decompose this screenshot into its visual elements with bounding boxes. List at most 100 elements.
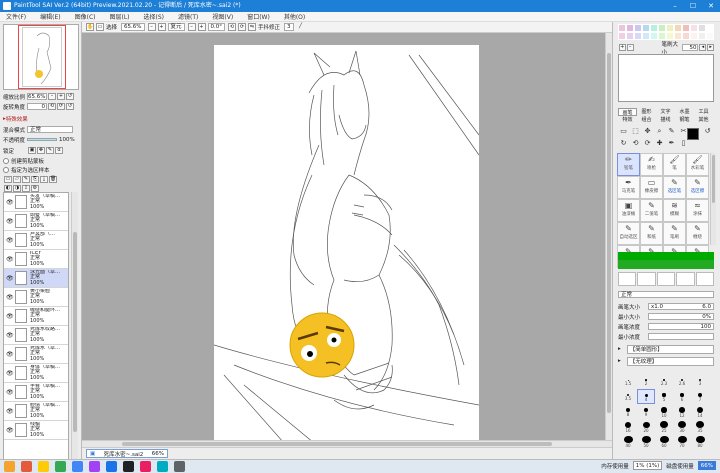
lock-alpha-icon[interactable]: α xyxy=(55,147,63,154)
opacity-slider[interactable] xyxy=(27,138,57,141)
brush-preset[interactable]: 🖌 水彩笔 xyxy=(686,153,709,176)
taskbar-app-9-icon[interactable] xyxy=(140,461,151,472)
visibility-eye-icon[interactable]: 👁 xyxy=(6,294,14,301)
line-tool-icon[interactable]: ╱ xyxy=(297,23,305,31)
merge-layer-icon[interactable]: ⤓ xyxy=(40,176,48,183)
size-preset[interactable]: 9 xyxy=(637,404,655,419)
layer-scrollbar[interactable] xyxy=(71,192,78,473)
brush-size-up[interactable]: ▸ xyxy=(707,44,715,51)
tool-icon[interactable]: ▭ xyxy=(618,126,629,137)
brush-preset[interactable]: ✎ 自动选区 xyxy=(617,222,640,245)
layer-row[interactable]: 👁 脸情（草稿… 正常 100% xyxy=(4,402,68,421)
lock-move-icon[interactable]: ✥ xyxy=(37,147,45,154)
texture-dropdown[interactable]: 【无纹理】 xyxy=(626,356,714,366)
size-preset[interactable]: 70 xyxy=(673,434,691,449)
visibility-eye-icon[interactable]: 👁 xyxy=(6,237,14,244)
color-strip-2[interactable] xyxy=(618,260,714,269)
param-minsize-field[interactable]: 0% xyxy=(648,313,714,320)
rotate-cw-icon[interactable]: ⟳ xyxy=(238,23,247,31)
brush-preset[interactable]: ✎ 二值笔 xyxy=(640,199,663,222)
color-strip[interactable] xyxy=(618,252,714,260)
shape-dropdown[interactable]: 【简单圆形】 xyxy=(626,344,714,354)
layer-scrollbar-thumb[interactable] xyxy=(73,232,77,432)
zoom-in-button[interactable]: + xyxy=(57,93,65,100)
layer-row[interactable]: 👁 线稿 正常 100% xyxy=(4,421,68,440)
new-folder-icon[interactable]: ▱ xyxy=(13,176,21,183)
ref-row[interactable]: 指定为选区样本 xyxy=(3,165,79,174)
tool-tab[interactable]: 钢笔 xyxy=(675,116,694,124)
canvas-vscrollbar-thumb[interactable] xyxy=(607,53,611,413)
brush-preset[interactable]: ✍ 喷枪 xyxy=(640,153,663,176)
flip-icon[interactable]: ◐ xyxy=(4,185,12,192)
color-swatch[interactable] xyxy=(666,24,674,32)
brush-preset[interactable]: 🖌 笔 xyxy=(663,153,686,176)
visibility-eye-icon[interactable]: 👁 xyxy=(6,313,14,320)
visibility-eye-icon[interactable]: 👁 xyxy=(6,332,14,339)
tool-icon[interactable]: ⌕ xyxy=(654,126,665,137)
tool-tab[interactable]: 组合 xyxy=(637,116,656,124)
color-swatch[interactable] xyxy=(634,32,642,40)
tool-icon[interactable]: ✎ xyxy=(666,126,677,137)
layer-row[interactable]: 👁 手臂（草稿… 正常 100% xyxy=(4,383,68,402)
size-preset[interactable]: 40 xyxy=(619,434,637,449)
size-preset[interactable]: 80 xyxy=(691,434,709,449)
size-preset[interactable]: 16 xyxy=(619,419,637,434)
tool-icon[interactable]: ✚ xyxy=(654,138,665,149)
shape-tab-3[interactable] xyxy=(656,272,676,286)
flip-horizontal-icon[interactable]: ⇋ xyxy=(248,23,257,31)
mask-icon[interactable]: ◑ xyxy=(13,185,21,192)
tool-tab[interactable]: 文字 xyxy=(656,108,675,116)
tool-tab[interactable]: 画笔 xyxy=(618,108,637,116)
size-preset[interactable]: 7 xyxy=(691,389,709,404)
shape-expand-icon[interactable]: ▸ xyxy=(618,346,621,352)
size-preset[interactable]: 14 xyxy=(691,404,709,419)
size-preset[interactable]: 3 xyxy=(691,374,709,389)
tool-tab[interactable]: 其他 xyxy=(694,116,713,124)
visibility-eye-icon[interactable]: 👁 xyxy=(6,408,14,415)
zoom-field[interactable]: 65.6% xyxy=(27,93,47,100)
color-swatches[interactable] xyxy=(618,24,714,40)
visibility-eye-icon[interactable]: 👁 xyxy=(6,370,14,377)
taskbar-app-6-icon[interactable] xyxy=(89,461,100,472)
color-swatch[interactable] xyxy=(682,24,690,32)
navigator-preview[interactable] xyxy=(3,24,79,90)
brush-preset[interactable]: ✎ 选区笔 xyxy=(663,176,686,199)
color-swatch[interactable] xyxy=(650,32,658,40)
color-swatch[interactable] xyxy=(698,32,706,40)
taskbar-app-5-icon[interactable] xyxy=(72,461,83,472)
layer-row[interactable]: 👁 頭髮（草稿… 正常 100% xyxy=(4,212,68,231)
color-swatch[interactable] xyxy=(658,24,666,32)
color-swatch[interactable] xyxy=(626,32,634,40)
color-swatch[interactable] xyxy=(698,24,706,32)
canvas-angle-field[interactable]: 0.0° xyxy=(207,23,226,31)
layer-row[interactable]: 👁 死库水纹路… 正常 100% xyxy=(4,326,68,345)
rotate-right-button[interactable]: ⟳ xyxy=(57,103,65,110)
param-mindensity-field[interactable] xyxy=(648,333,714,340)
visibility-eye-icon[interactable]: 👁 xyxy=(6,275,14,282)
layer-row[interactable]: 👁 卢冥部（… 正常 100% xyxy=(4,231,68,250)
rotate-reset-button[interactable]: ↺ xyxy=(66,103,74,110)
color-swatch[interactable] xyxy=(634,24,642,32)
color-swatch[interactable] xyxy=(706,24,714,32)
menu-other[interactable]: 其他(O) xyxy=(284,12,305,21)
size-preset[interactable]: 2.3 xyxy=(655,374,673,389)
size-preset[interactable]: 2 xyxy=(637,374,655,389)
layer-row[interactable]: 👁 黄小菜脸 正常 100% xyxy=(4,288,68,307)
brush-preset[interactable]: ✏ 铅笔 xyxy=(617,153,640,176)
size-preset[interactable]: 25 xyxy=(655,419,673,434)
color-swatch[interactable] xyxy=(690,32,698,40)
taskbar-app-1-icon[interactable] xyxy=(4,461,15,472)
taskbar-app-4-icon[interactable] xyxy=(55,461,66,472)
blend-mode-select[interactable]: 正常 xyxy=(27,126,73,133)
color-swatch[interactable] xyxy=(674,24,682,32)
brush-preset[interactable]: ≋ 模糊 xyxy=(663,199,686,222)
size-preset[interactable]: 1.5 xyxy=(619,374,637,389)
visibility-eye-icon[interactable]: 👁 xyxy=(6,351,14,358)
taskbar-app-8-icon[interactable] xyxy=(123,461,134,472)
size-preset[interactable]: 2.6 xyxy=(673,374,691,389)
fit-plus-icon[interactable]: + xyxy=(197,23,206,31)
layer-row[interactable]: 👁 泳光面（草… 正常 100% xyxy=(4,269,68,288)
visibility-eye-icon[interactable]: 👁 xyxy=(6,256,14,263)
size-preset[interactable]: 8 xyxy=(619,404,637,419)
copy-layer-icon[interactable]: ⎘ xyxy=(31,176,39,183)
